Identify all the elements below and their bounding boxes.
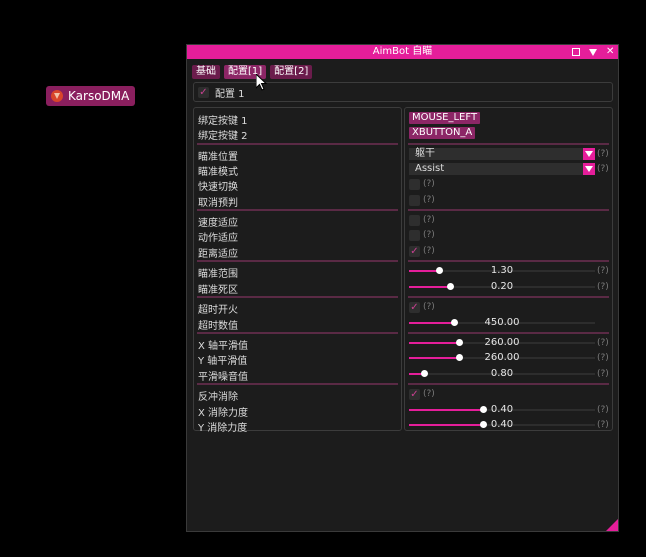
x-smooth-slider[interactable]: 260.00: [409, 337, 595, 349]
aimbot-window: AimBot 自瞄 ✕ 基础 配置[1] 配置[2] 配置 1 绑定按键 1 绑…: [186, 44, 619, 532]
window-title: AimBot 自瞄: [372, 46, 433, 57]
x-recoil-value: 0.40: [490, 404, 514, 415]
mouse-cursor-icon: [256, 74, 268, 91]
karso-logo-icon: [51, 90, 63, 102]
bind1-button[interactable]: MOUSE_LEFT: [409, 112, 481, 124]
timeout-fire-checkbox[interactable]: [409, 302, 420, 313]
separator: [197, 332, 398, 334]
help-marker[interactable]: (?): [597, 282, 609, 292]
y-smooth-slider[interactable]: 260.00: [409, 352, 595, 364]
separator: [408, 296, 609, 298]
aim-mode-value: Assist: [415, 163, 445, 174]
separator: [408, 260, 609, 262]
help-marker[interactable]: (?): [597, 164, 609, 174]
help-marker[interactable]: (?): [597, 353, 609, 363]
collapse-icon[interactable]: [589, 48, 597, 56]
aim-range-value: 1.30: [490, 265, 514, 276]
x-smooth-value: 260.00: [484, 337, 520, 348]
settings-labels-panel: 绑定按键 1 绑定按键 2 瞄准位置 瞄准模式 快速切换 取消预判 速度适应 动…: [193, 107, 402, 434]
bind2-label: 绑定按键 2: [198, 131, 248, 142]
aim-mode-select[interactable]: Assist: [409, 163, 595, 175]
quick-switch-checkbox[interactable]: [409, 179, 420, 190]
y-recoil-label: Y 消除力度: [198, 423, 248, 434]
bind1-label: 绑定按键 1: [198, 116, 248, 127]
smooth-noise-label: 平滑噪音值: [198, 372, 248, 383]
smooth-noise-value: 0.80: [490, 368, 514, 379]
aim-deadzone-value: 0.20: [490, 281, 514, 292]
config-enable-checkbox[interactable]: [198, 86, 209, 98]
settings-controls-panel: MOUSE_LEFT XBUTTON_A 躯干 (?) Assist (?) (…: [404, 107, 613, 431]
aim-range-slider[interactable]: 1.30: [409, 265, 595, 277]
timeout-value-label: 超时数值: [198, 321, 238, 332]
separator: [408, 332, 609, 334]
help-marker[interactable]: (?): [423, 230, 435, 240]
restore-icon[interactable]: [572, 48, 580, 56]
y-smooth-value: 260.00: [484, 352, 520, 363]
x-recoil-label: X 消除力度: [198, 408, 249, 419]
help-marker[interactable]: (?): [597, 369, 609, 379]
help-marker[interactable]: (?): [423, 389, 435, 399]
timeout-fire-label: 超时开火: [198, 305, 238, 316]
help-marker[interactable]: (?): [423, 246, 435, 256]
separator: [408, 209, 609, 211]
help-marker[interactable]: (?): [423, 179, 435, 189]
aim-deadzone-slider[interactable]: 0.20: [409, 281, 595, 293]
help-marker[interactable]: (?): [597, 338, 609, 348]
aim-position-label: 瞄准位置: [198, 152, 238, 163]
resize-grip[interactable]: [606, 519, 618, 531]
action-adapt-checkbox[interactable]: [409, 230, 420, 241]
separator: [197, 383, 398, 385]
aim-range-label: 瞄准范围: [198, 269, 238, 280]
help-marker[interactable]: (?): [423, 195, 435, 205]
help-marker[interactable]: (?): [597, 405, 609, 415]
karsodma-label: KarsoDMA: [68, 89, 130, 103]
timeout-value-slider[interactable]: 450.00: [409, 317, 595, 329]
help-marker[interactable]: (?): [597, 266, 609, 276]
smooth-noise-slider[interactable]: 0.80: [409, 368, 595, 380]
separator: [408, 143, 609, 145]
aim-mode-label: 瞄准模式: [198, 167, 238, 178]
aim-position-select[interactable]: 躯干: [409, 148, 595, 160]
help-marker[interactable]: (?): [597, 420, 609, 430]
chevron-down-icon[interactable]: [583, 163, 595, 175]
x-recoil-slider[interactable]: 0.40: [409, 404, 595, 416]
separator: [408, 383, 609, 385]
tab-config-2[interactable]: 配置[2]: [270, 65, 313, 79]
cancel-predict-label: 取消预判: [198, 198, 238, 209]
tab-basic[interactable]: 基础: [192, 65, 220, 79]
action-adapt-label: 动作适应: [198, 233, 238, 244]
distance-adapt-label: 距离适应: [198, 249, 238, 260]
close-icon[interactable]: ✕: [606, 47, 614, 57]
cancel-predict-checkbox[interactable]: [409, 195, 420, 206]
karsodma-badge: KarsoDMA: [46, 86, 136, 106]
aim-deadzone-label: 瞄准死区: [198, 285, 238, 296]
help-marker[interactable]: (?): [423, 215, 435, 225]
recoil-checkbox[interactable]: [409, 389, 420, 400]
separator: [197, 209, 398, 211]
distance-adapt-checkbox[interactable]: [409, 246, 420, 257]
y-smooth-label: Y 轴平滑值: [198, 356, 248, 367]
separator: [197, 260, 398, 262]
recoil-label: 反冲消除: [198, 392, 238, 403]
quick-switch-label: 快速切换: [198, 182, 238, 193]
separator: [197, 296, 398, 298]
separator: [197, 143, 398, 145]
y-recoil-value: 0.40: [490, 419, 514, 430]
window-titlebar[interactable]: AimBot 自瞄 ✕: [187, 45, 618, 59]
aim-position-value: 躯干: [415, 148, 435, 159]
timeout-value-value: 450.00: [484, 317, 520, 328]
config-enable-label: 配置 1: [215, 88, 245, 100]
speed-adapt-checkbox[interactable]: [409, 215, 420, 226]
speed-adapt-label: 速度适应: [198, 218, 238, 229]
y-recoil-slider[interactable]: 0.40: [409, 419, 595, 431]
help-marker[interactable]: (?): [597, 149, 609, 159]
help-marker[interactable]: (?): [423, 302, 435, 312]
x-smooth-label: X 轴平滑值: [198, 341, 249, 352]
bind2-button[interactable]: XBUTTON_A: [409, 127, 476, 139]
chevron-down-icon[interactable]: [583, 148, 595, 160]
